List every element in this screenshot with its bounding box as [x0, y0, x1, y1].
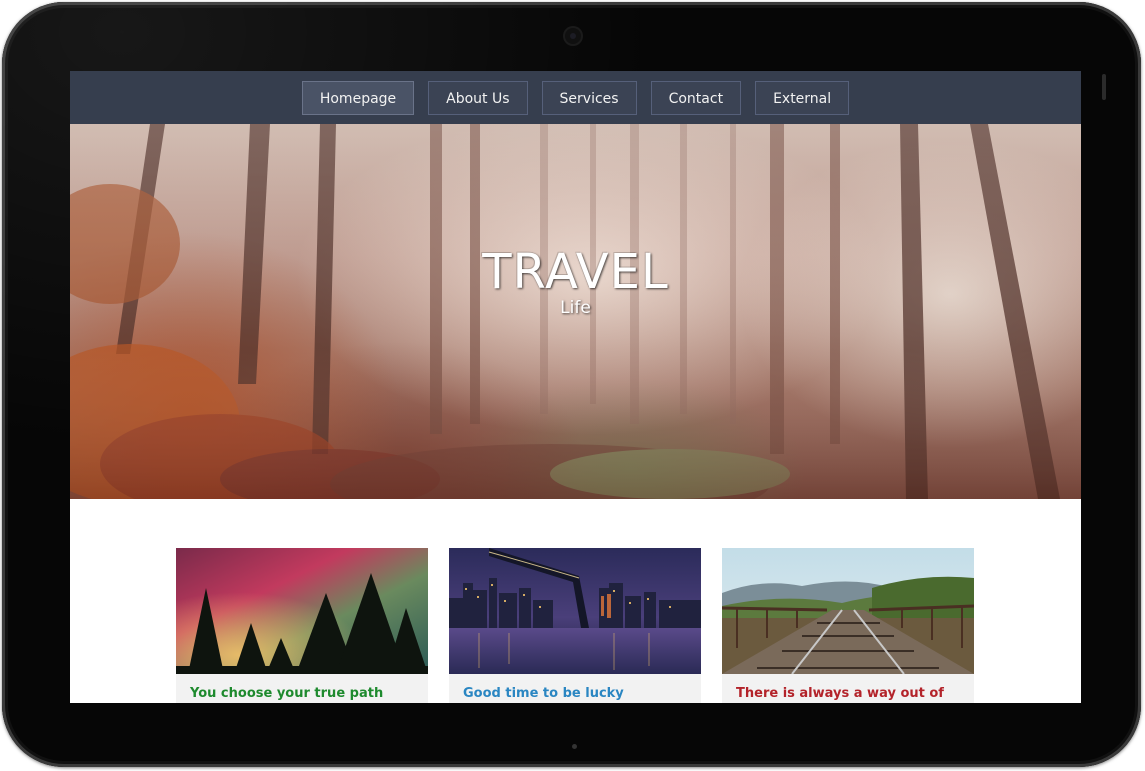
card-aurora[interactable]: You choose your true path [176, 548, 428, 703]
screen: Homepage About Us Services Contact Exter… [70, 71, 1081, 703]
top-navbar: Homepage About Us Services Contact Exter… [70, 71, 1081, 124]
city-bridge-night-image [449, 548, 701, 674]
hero-banner: TRAVEL Life [70, 124, 1081, 499]
aurora-forest-image [176, 548, 428, 674]
card-grid: You choose your true path Good time to b… [176, 548, 976, 703]
side-button [1102, 74, 1106, 100]
card-title: Good time to be lucky [463, 686, 624, 701]
nav-contact[interactable]: Contact [650, 80, 742, 115]
hero-subtitle: Life [560, 298, 591, 318]
camera-icon [563, 26, 583, 46]
home-indicator [572, 744, 577, 749]
nav-external[interactable]: External [755, 80, 850, 115]
nav-services[interactable]: Services [541, 80, 637, 115]
nav-homepage[interactable]: Homepage [301, 80, 415, 115]
card-title: You choose your true path [190, 686, 384, 701]
hero-title: TRAVEL [482, 244, 669, 300]
card-railway[interactable]: There is always a way out of [722, 548, 974, 703]
railway-bridge-image [722, 548, 974, 674]
card-title: There is always a way out of [736, 686, 944, 701]
tablet-frame: Homepage About Us Services Contact Exter… [2, 2, 1141, 767]
card-city[interactable]: Good time to be lucky [449, 548, 701, 703]
nav-about-us[interactable]: About Us [428, 80, 528, 115]
